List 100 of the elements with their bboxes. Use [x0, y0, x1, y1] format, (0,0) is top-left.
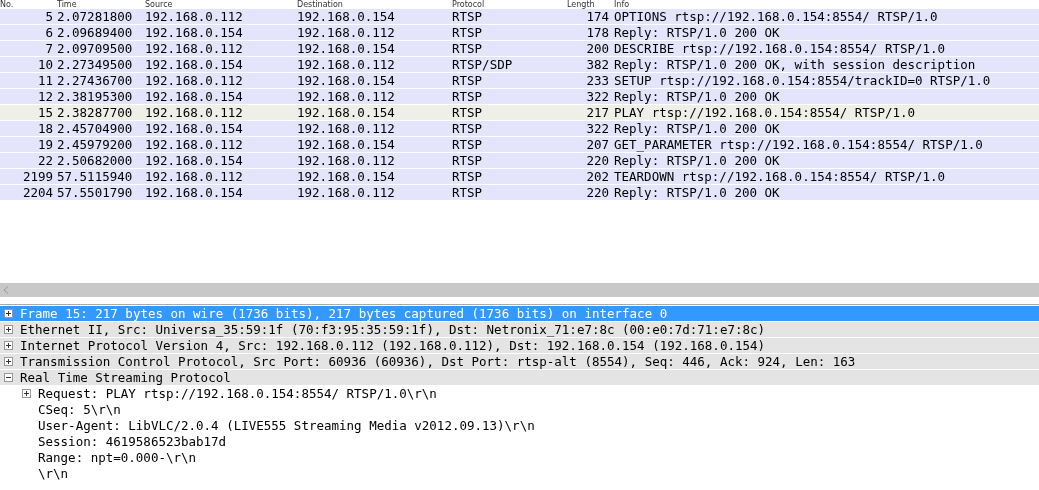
- table-cell-text: SETUP rtsp://192.168.0.154:8554/trackID=0 RTSP/1.0: [614, 73, 992, 88]
- column-header[interactable]: Source: [145, 0, 297, 9]
- column-header[interactable]: Destination: [297, 0, 452, 9]
- expand-icon[interactable]: [4, 357, 13, 366]
- table-cell-text: 192.168.0.112: [297, 89, 396, 104]
- table-cell-text: 192.168.0.154: [297, 73, 396, 88]
- table-cell-text: 2204: [21, 185, 54, 200]
- table-cell-text: Reply: RTSP/1.0 200 OK: [614, 185, 781, 200]
- table-cell-text: 2.45704900: [57, 121, 134, 136]
- table-cell-text: 2.45979200: [57, 137, 134, 152]
- table-cell-text: 2.07281800: [57, 9, 134, 24]
- table-cell-text: RTSP: [452, 153, 484, 168]
- expand-icon[interactable]: [22, 389, 31, 398]
- collapse-icon[interactable]: [4, 373, 13, 382]
- table-cell-text: 192.168.0.112: [297, 153, 396, 168]
- table-cell-text: 2.09689400: [57, 25, 134, 40]
- table-cell-text: 5: [44, 9, 54, 24]
- table-cell-text: 192.168.0.112: [145, 137, 244, 152]
- expand-icon[interactable]: [4, 341, 13, 350]
- table-cell-text: 202: [585, 169, 610, 184]
- table-cell-text: 192.168.0.112: [297, 57, 396, 72]
- table-cell-text: RTSP: [452, 41, 484, 56]
- packet-row[interactable]: 2199 57.5115940 192.168.0.112 192.168.0.154 RTSP 202 TEARDOWN rtsp://192.168.0.154:8554/ RTSP/1.0: [0, 169, 1039, 185]
- table-cell-text: 2199: [21, 169, 54, 184]
- table-cell-text: 15: [36, 105, 54, 120]
- table-cell-text: 192.168.0.154: [297, 169, 396, 184]
- table-cell-text: 192.168.0.154: [297, 41, 396, 56]
- packet-row[interactable]: 12 2.38195300 192.168.0.154 192.168.0.112 RTSP 322 Reply: RTSP/1.0 200 OK: [0, 89, 1039, 105]
- table-cell-text: 217: [585, 105, 610, 120]
- packet-row[interactable]: 18 2.45704900 192.168.0.154 192.168.0.112 RTSP 322 Reply: RTSP/1.0 200 OK: [0, 121, 1039, 137]
- table-cell-text: 192.168.0.154: [145, 89, 244, 104]
- column-header[interactable]: No.: [0, 0, 57, 9]
- packet-row[interactable]: 15 2.38287700 192.168.0.112 192.168.0.154 RTSP 217 PLAY rtsp://192.168.0.154:8554/ RTSP/1.0: [0, 105, 1039, 121]
- table-cell-text: 2.38195300: [57, 89, 134, 104]
- table-cell-text: 22: [36, 153, 54, 168]
- table-cell-text: 18: [36, 121, 54, 136]
- table-cell-text: 192.168.0.112: [145, 9, 244, 24]
- packet-row[interactable]: 6 2.09689400 192.168.0.154 192.168.0.112 RTSP 178 Reply: RTSP/1.0 200 OK: [0, 25, 1039, 41]
- table-cell-text: 57.5115940: [57, 169, 134, 184]
- table-cell-text: 192.168.0.154: [145, 57, 244, 72]
- table-cell-text: 200: [585, 41, 610, 56]
- table-cell-text: 10: [36, 57, 54, 72]
- table-cell-text: 57.5501790: [57, 185, 134, 200]
- table-cell-text: RTSP/SDP: [452, 57, 514, 72]
- table-cell-text: RTSP: [452, 137, 484, 152]
- table-cell-text: OPTIONS rtsp://192.168.0.154:8554/ RTSP/1.0: [614, 9, 939, 24]
- table-cell-text: 7: [44, 41, 54, 56]
- packet-row[interactable]: 7 2.09709500 192.168.0.112 192.168.0.154 RTSP 200 DESCRIBE rtsp://192.168.0.154:8554/ RTSP/1.0: [0, 41, 1039, 57]
- table-cell-text: 192.168.0.154: [145, 185, 244, 200]
- table-cell-text: RTSP: [452, 169, 484, 184]
- table-cell-text: 192.168.0.154: [297, 9, 396, 24]
- table-cell-text: 192.168.0.154: [297, 105, 396, 120]
- table-cell-text: 11: [36, 73, 54, 88]
- table-cell-text: RTSP: [452, 89, 484, 104]
- packet-row[interactable]: 19 2.45979200 192.168.0.112 192.168.0.154 RTSP 207 GET_PARAMETER rtsp://192.168.0.154:8554/ RTSP/1.0: [0, 137, 1039, 153]
- horizontal-scrollbar[interactable]: [0, 283, 1039, 298]
- table-cell-text: PLAY rtsp://192.168.0.154:8554/ RTSP/1.0: [614, 105, 917, 120]
- table-cell-text: 2.50682000: [57, 153, 134, 168]
- table-cell-text: 220: [585, 185, 610, 200]
- tree-item[interactable]: Real Time Streaming Protocol: [0, 370, 1039, 386]
- table-cell-text: 174: [585, 9, 610, 24]
- packet-row[interactable]: 10 2.27349500 192.168.0.154 192.168.0.112 RTSP/SDP 382 Reply: RTSP/1.0 200 OK, with session description: [0, 57, 1039, 73]
- table-cell-text: 192.168.0.154: [145, 153, 244, 168]
- table-cell-text: Reply: RTSP/1.0 200 OK, with session description: [614, 57, 977, 72]
- column-header[interactable]: Protocol: [452, 0, 567, 9]
- table-cell-text: 233: [585, 73, 610, 88]
- expand-icon[interactable]: [4, 325, 13, 334]
- table-cell-text: 207: [585, 137, 610, 152]
- column-header[interactable]: Info: [614, 0, 1039, 9]
- table-cell-text: Reply: RTSP/1.0 200 OK: [614, 121, 781, 136]
- tree-item[interactable]: Ethernet II, Src: Universa_35:59:1f (70:f3:95:35:59:1f), Dst: Netronix_71:e7:8c (00:e0:7d:71:e7:8c): [0, 322, 1039, 338]
- table-cell-text: DESCRIBE rtsp://192.168.0.154:8554/ RTSP/1.0: [614, 41, 947, 56]
- column-header[interactable]: Time: [57, 0, 145, 9]
- table-cell-text: 2.09709500: [57, 41, 134, 56]
- packet-row[interactable]: 5 2.07281800 192.168.0.112 192.168.0.154 RTSP 174 OPTIONS rtsp://192.168.0.154:8554/ RTSP/1.0: [0, 9, 1039, 25]
- table-cell-text: 178: [585, 25, 610, 40]
- table-cell-text: 6: [44, 25, 54, 40]
- table-cell-text: 19: [36, 137, 54, 152]
- tree-item[interactable]: Transmission Control Protocol, Src Port: 60936 (60936), Dst Port: rtsp-alt (8554), Seq: 446, Ack: 924, Len: 163: [0, 354, 1039, 370]
- table-cell-text: RTSP: [452, 25, 484, 40]
- table-cell-text: Reply: RTSP/1.0 200 OK: [614, 153, 781, 168]
- table-cell-text: 192.168.0.112: [145, 169, 244, 184]
- tree-item[interactable]: Internet Protocol Version 4, Src: 192.168.0.112 (192.168.0.112), Dst: 192.168.0.154 (192.168.0.154): [0, 338, 1039, 354]
- table-cell-text: 192.168.0.112: [145, 105, 244, 120]
- table-cell-text: RTSP: [452, 73, 484, 88]
- table-cell-text: Reply: RTSP/1.0 200 OK: [614, 25, 781, 40]
- table-cell-text: RTSP: [452, 121, 484, 136]
- packet-row[interactable]: 2204 57.5501790 192.168.0.154 192.168.0.112 RTSP 220 Reply: RTSP/1.0 200 OK: [0, 185, 1039, 201]
- table-cell-text: TEARDOWN rtsp://192.168.0.154:8554/ RTSP/1.0: [614, 169, 947, 184]
- packet-row[interactable]: 11 2.27436700 192.168.0.112 192.168.0.154 RTSP 233 SETUP rtsp://192.168.0.154:8554/trackID=0 RTSP/1.0: [0, 73, 1039, 89]
- packet-row[interactable]: 22 2.50682000 192.168.0.154 192.168.0.112 RTSP 220 Reply: RTSP/1.0 200 OK: [0, 153, 1039, 169]
- table-cell-text: 2.27349500: [57, 57, 134, 72]
- table-cell-text: GET_PARAMETER rtsp://192.168.0.154:8554/ RTSP/1.0: [614, 137, 984, 152]
- table-cell-text: Reply: RTSP/1.0 200 OK: [614, 89, 781, 104]
- table-cell-text: RTSP: [452, 9, 484, 24]
- expand-icon[interactable]: [4, 309, 13, 318]
- table-cell-text: 192.168.0.112: [145, 73, 244, 88]
- table-cell-text: 192.168.0.112: [145, 41, 244, 56]
- column-header[interactable]: Length: [567, 0, 614, 9]
- table-cell-text: 220: [585, 153, 610, 168]
